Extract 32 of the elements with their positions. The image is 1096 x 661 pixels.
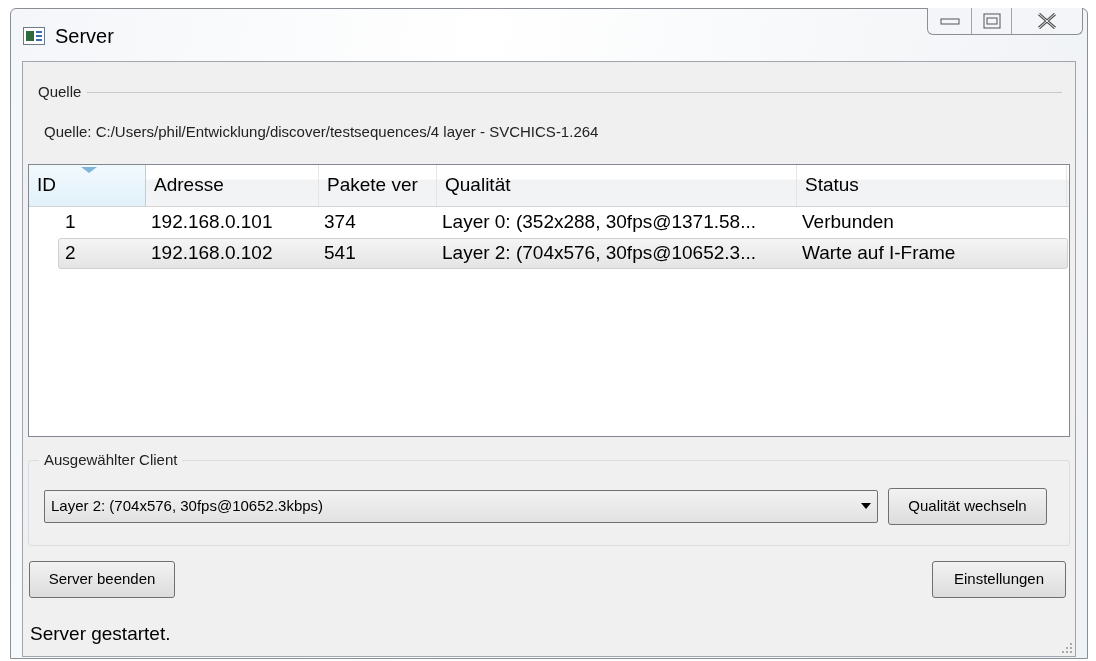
maximize-icon <box>982 13 1001 29</box>
table-cell-text: Layer 2: (704x576, 30fps@10652.3... <box>441 241 757 266</box>
column-header[interactable]: Qualität <box>437 165 797 206</box>
table-cell-text: 1 <box>64 210 77 235</box>
sort-indicator-icon <box>81 167 97 173</box>
source-path: Quelle: C:/Users/phil/Entwicklung/discover/testsequences/4 layer - SVCHICS-1.264 <box>44 121 600 142</box>
table-cell-text: 374 <box>323 210 357 235</box>
column-header[interactable]: Pakete ver <box>319 165 437 206</box>
group-title: Quelle <box>38 82 82 102</box>
app-icon <box>23 27 45 45</box>
table-cell-text: Verbunden <box>801 210 895 235</box>
status-text: Server gestartet. <box>30 622 171 646</box>
table-cell-text: 192.168.0.101 <box>150 210 274 235</box>
window-title: Server <box>55 25 114 47</box>
quality-dropdown[interactable]: Layer 2: (704x576, 30fps@10652.3kbps) <box>44 489 878 523</box>
dialog-button[interactable]: Server beenden <box>29 561 175 598</box>
dropdown-arrow-icon <box>861 503 871 509</box>
dialog-button[interactable]: Einstellungen <box>932 561 1066 598</box>
table-cell-text: 192.168.0.102 <box>150 241 274 266</box>
table-row[interactable]: 1 192.168.0.101 374 Layer 0: (352x288, 30fps@1371.58... Verbunden <box>58 207 1068 238</box>
minimize-icon <box>939 17 960 25</box>
change-quality-button[interactable]: Qualität wechseln <box>888 487 1047 525</box>
table-cell-text: 541 <box>323 241 357 266</box>
table-row[interactable]: 2 192.168.0.102 541 Layer 2: (704x576, 30fps@10652.3... Warte auf I-Frame <box>58 238 1068 269</box>
column-header[interactable]: Status <box>797 165 1067 206</box>
close-icon <box>1036 13 1058 29</box>
resize-grip-icon <box>1060 641 1072 653</box>
column-header[interactable]: Adresse <box>146 165 319 206</box>
table-cell-text: Layer 0: (352x288, 30fps@1371.58... <box>441 210 757 235</box>
table-cell-text: Warte auf I-Frame <box>801 241 957 266</box>
table-cell-text: 2 <box>64 241 77 266</box>
column-header[interactable]: ID <box>29 165 146 206</box>
